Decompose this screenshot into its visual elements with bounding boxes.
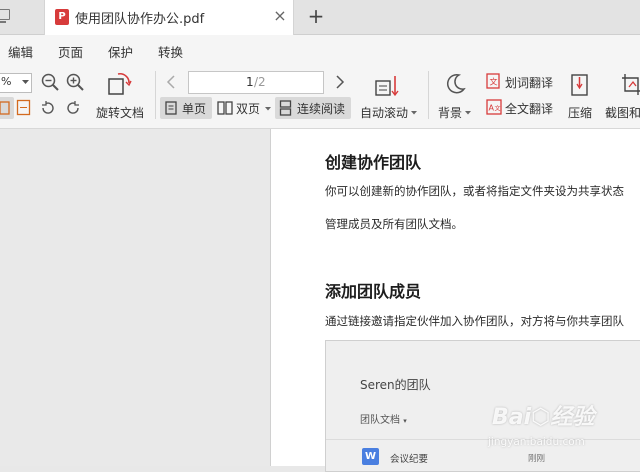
moon-icon [446,73,466,94]
chevron-down-icon [465,111,471,115]
double-page-label: 双页 [236,102,261,116]
word-translate-button[interactable]: 文 划词翻译 [484,71,558,93]
continuous-read-icon [279,100,292,116]
fit-page-button[interactable] [0,97,14,119]
team-docs-text: 团队文档 [360,415,400,426]
fit-width-icon[interactable] [16,99,32,116]
caret-down-icon: ▾ [403,417,407,425]
paragraph-create-team: 你可以创建新的协作团队，或者将指定文件夹设为共享状态 [325,184,624,198]
separator [428,71,429,119]
auto-scroll-icon [375,76,399,97]
single-page-toggle[interactable]: 单页 [160,97,212,119]
svg-text:文: 文 [490,77,498,87]
continuous-read-label: 连续阅读 [297,102,346,116]
single-page-icon [165,101,177,115]
chevron-down-icon [265,107,271,111]
word-translate-label: 划词翻译 [505,76,554,90]
left-pane [0,129,270,466]
team-title: Seren的团队 [360,378,431,392]
zoom-value: % [1,75,12,88]
tab-title: 使用团队协作办公.pdf [75,12,205,27]
page-number-input[interactable]: 1 /2 [188,71,324,94]
heading-create-team: 创建协作团队 [325,153,422,172]
watermark-url: jingyan.baidu.com [488,436,585,448]
double-page-toggle[interactable]: 双页 [215,97,273,119]
rotate-document-button[interactable]: 旋转文档 [95,69,149,123]
close-tab-button[interactable]: × [271,6,289,26]
full-translate-button[interactable]: A 文 全文翻译 [484,97,558,119]
background-button[interactable]: 背景 [436,69,474,123]
pdf-file-icon: P [55,9,69,25]
rotate-right-icon[interactable] [65,100,81,116]
word-translate-icon: 文 [486,73,500,89]
chevron-down-icon [22,80,29,84]
next-page-icon[interactable] [335,75,345,89]
zoom-select[interactable]: % [0,73,32,93]
continuous-read-toggle[interactable]: 连续阅读 [275,97,351,119]
compress-label: 压缩 [568,106,593,120]
zoom-out-icon[interactable] [41,73,59,91]
auto-scroll-label: 自动滚动 [360,106,409,120]
full-translate-icon: A 文 [486,99,502,115]
svg-text:文: 文 [495,105,501,113]
monitor-icon [0,9,10,23]
baidu-watermark: Bai⬡经验 jingyan.baidu.com [488,395,638,461]
file-name: 会议纪要 [390,454,429,465]
chevron-down-icon [411,111,417,115]
word-file-icon: W [362,448,379,465]
zoom-in-icon[interactable] [66,73,84,91]
heading-add-members: 添加团队成员 [325,282,422,301]
rotate-document-icon [108,72,132,95]
background-label: 背景 [438,106,463,120]
watermark-brand: Bai⬡经验 [492,405,595,430]
page-current: 1 [246,75,254,89]
previous-page-icon[interactable] [166,75,176,89]
menu-protect[interactable]: 保护 [108,42,133,61]
paragraph-manage-members: 管理成员及所有团队文档。 [325,217,463,231]
screenshot-compare-label: 截图和 [605,106,640,120]
active-tab[interactable]: P 使用团队协作办公.pdf × [44,0,294,35]
page-total: /2 [254,75,266,89]
toolbar: % 旋转文档 1 /2 单页 双页 连续阅读 自动滚动 背景 文 划词翻译 A … [0,65,640,129]
full-translate-label: 全文翻译 [505,102,554,116]
auto-scroll-button[interactable]: 自动滚动 [357,69,419,123]
rotate-document-label: 旋转文档 [96,106,145,120]
team-docs-label: 团队文档 ▾ [360,411,407,426]
compress-button[interactable]: 压缩 [564,69,598,123]
page-icon [0,101,10,115]
screenshot-icon [622,74,640,95]
tab-bar: P 使用团队协作办公.pdf × + [0,0,640,35]
previous-tab[interactable] [0,0,40,34]
rotate-left-icon[interactable] [40,100,56,116]
menu-convert[interactable]: 转换 [158,42,183,61]
menu-edit[interactable]: 编辑 [8,42,33,61]
paragraph-invite: 通过链接邀请指定伙伴加入协作团队，对方将与你共享团队 [325,314,624,328]
single-page-label: 单页 [182,102,207,116]
screenshot-compare-button[interactable]: 截图和 [603,69,640,123]
menu-bar: 编辑 页面 保护 转换 [0,35,640,65]
double-page-icon [217,101,233,115]
compress-icon [571,74,588,96]
menu-page[interactable]: 页面 [58,42,83,61]
separator [155,71,156,119]
new-tab-button[interactable]: + [306,4,326,28]
